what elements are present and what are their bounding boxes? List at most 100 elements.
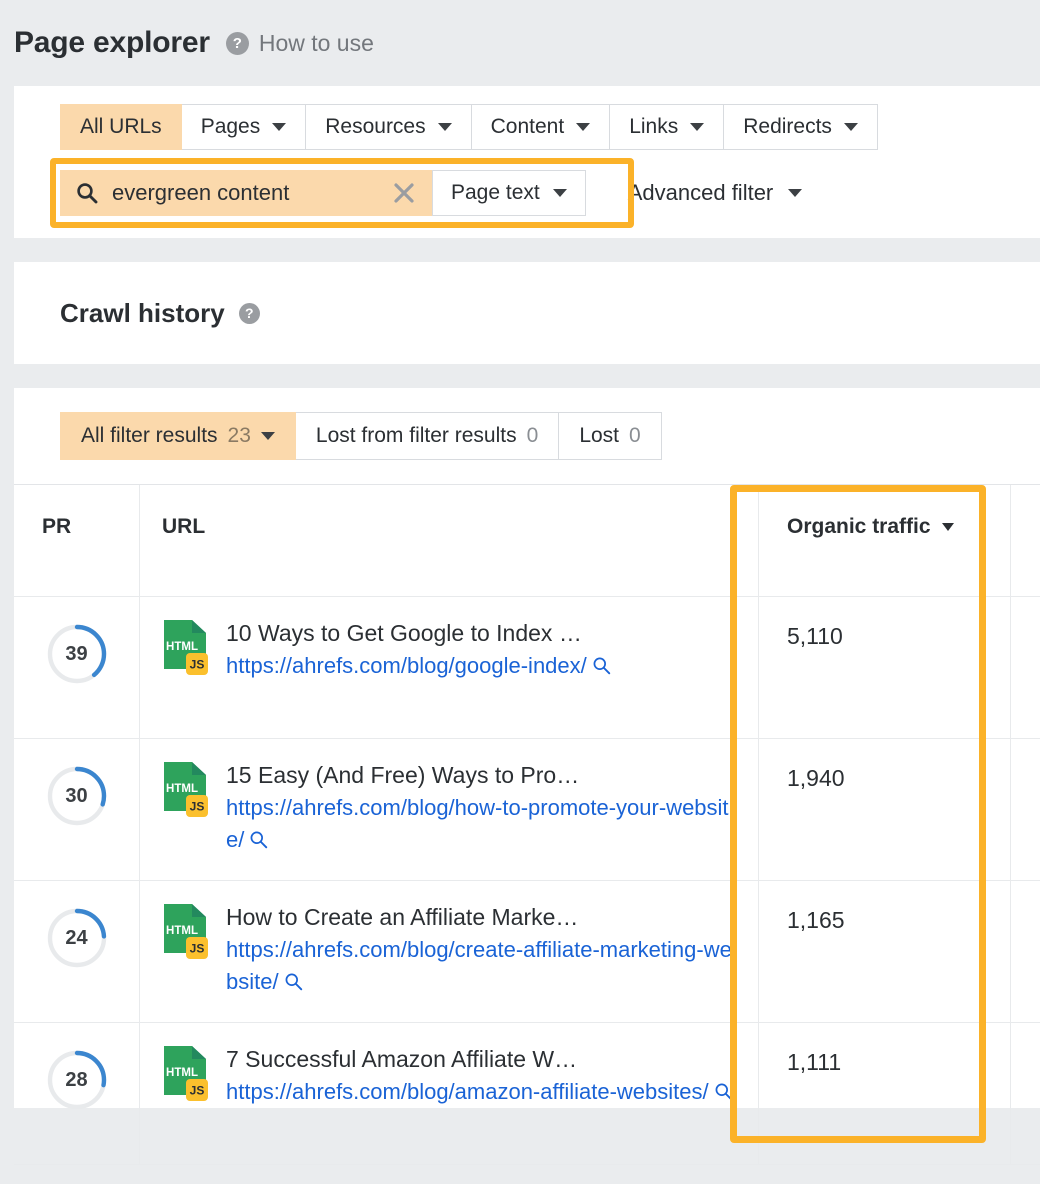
page-title-text: 10 Ways to Get Google to Index …: [226, 619, 742, 648]
tab-lost-from-filter-results-count: 0: [527, 424, 539, 448]
search-filter-row: evergreen content Page text Advanced fil…: [60, 170, 802, 216]
tab-resources-label: Resources: [325, 115, 425, 139]
cell-url: HTML JS 7 Successful Amazon Affiliate W……: [140, 1023, 759, 1164]
svg-text:JS: JS: [190, 658, 205, 672]
tab-content[interactable]: Content: [472, 104, 611, 150]
search-icon: [76, 182, 98, 204]
how-to-use-label: How to use: [259, 30, 374, 57]
table-row[interactable]: 39 HTML JS 10 Ways to Get Google to Inde…: [14, 597, 1040, 739]
search-scope-dropdown[interactable]: Page text: [432, 170, 586, 216]
tab-pages[interactable]: Pages: [182, 104, 307, 150]
question-mark-icon[interactable]: ?: [239, 303, 260, 324]
page-title-text: How to Create an Affiliate Marke…: [226, 903, 742, 932]
question-mark-icon: ?: [226, 32, 249, 55]
tab-all-filter-results-label: All filter results: [81, 424, 218, 448]
chevron-down-icon: [261, 432, 275, 440]
column-header-organic-traffic[interactable]: Organic traffic: [759, 485, 1011, 596]
cell-spacer: [1011, 881, 1040, 1022]
crawl-history-card: Crawl history ?: [14, 262, 1040, 364]
chevron-down-icon: [942, 523, 954, 531]
tab-links[interactable]: Links: [610, 104, 724, 150]
cell-organic-traffic: 1,940: [759, 739, 1011, 880]
pr-donut-gauge: 30: [46, 765, 108, 827]
tab-all-filter-results-count: 23: [228, 424, 251, 448]
chevron-down-icon: [690, 123, 704, 131]
how-to-use-link[interactable]: ? How to use: [226, 30, 374, 57]
column-header-organic-traffic-label: Organic traffic: [787, 515, 931, 539]
svg-text:JS: JS: [190, 800, 205, 814]
column-header-spacer: [1011, 485, 1040, 596]
html-js-file-icon: HTML JS: [162, 1045, 208, 1103]
pr-donut-gauge: 39: [46, 623, 108, 685]
cell-url: HTML JS 10 Ways to Get Google to Index ……: [140, 597, 759, 738]
results-table: PR URL Organic traffic: [14, 484, 1040, 1165]
svg-text:JS: JS: [190, 1084, 205, 1098]
tab-pages-label: Pages: [201, 115, 261, 139]
results-card: All filter results 23 Lost from filter r…: [14, 388, 1040, 1108]
tab-all-filter-results[interactable]: All filter results 23: [60, 412, 296, 460]
cell-url: HTML JS 15 Easy (And Free) Ways to Pro… …: [140, 739, 759, 880]
cell-url: HTML JS How to Create an Affiliate Marke…: [140, 881, 759, 1022]
tab-redirects-label: Redirects: [743, 115, 832, 139]
search-icon[interactable]: [714, 1078, 733, 1109]
column-header-pr-label: PR: [42, 485, 139, 539]
cell-pr: 28: [14, 1023, 140, 1164]
table-header-row: PR URL Organic traffic: [14, 485, 1040, 597]
cell-spacer: [1011, 739, 1040, 880]
pr-value: 39: [46, 623, 108, 685]
search-icon[interactable]: [284, 968, 303, 999]
svg-text:JS: JS: [190, 942, 205, 956]
url-text-block: 15 Easy (And Free) Ways to Pro… https://…: [226, 761, 742, 862]
tab-resources[interactable]: Resources: [306, 104, 471, 150]
filter-result-tabs: All filter results 23 Lost from filter r…: [60, 412, 662, 460]
url-text-block: How to Create an Affiliate Marke… https:…: [226, 903, 742, 1004]
pr-value: 24: [46, 907, 108, 969]
crawl-history-title: Crawl history: [60, 298, 225, 329]
url-type-tabs: All URLs Pages Resources Content Links R…: [60, 104, 878, 150]
tab-all-urls[interactable]: All URLs: [60, 104, 182, 150]
search-group: evergreen content Page text: [60, 170, 586, 216]
filters-card: All URLs Pages Resources Content Links R…: [14, 86, 1040, 238]
organic-traffic-value: 1,940: [787, 765, 1010, 792]
page-url-link[interactable]: https://ahrefs.com/blog/amazon-affiliate…: [226, 1076, 742, 1109]
url-text-block: 7 Successful Amazon Affiliate W… https:/…: [226, 1045, 742, 1146]
advanced-filter-dropdown[interactable]: Advanced filter: [628, 180, 803, 206]
tab-lost-from-filter-results[interactable]: Lost from filter results 0: [296, 412, 559, 460]
search-icon[interactable]: [592, 652, 611, 683]
page-url-link[interactable]: https://ahrefs.com/blog/create-affiliate…: [226, 934, 742, 998]
svg-text:HTML: HTML: [166, 925, 198, 937]
pr-value: 30: [46, 765, 108, 827]
chevron-down-icon: [576, 123, 590, 131]
tab-lost-label: Lost: [579, 424, 619, 448]
html-js-file-icon: HTML JS: [162, 903, 208, 961]
page-title-text: 15 Easy (And Free) Ways to Pro…: [226, 761, 742, 790]
table-row[interactable]: 28 HTML JS 7 Successful Amazon Affiliate…: [14, 1023, 1040, 1165]
pr-value: 28: [46, 1049, 108, 1111]
chevron-down-icon: [788, 189, 802, 197]
cell-spacer: [1011, 1023, 1040, 1164]
close-icon[interactable]: [392, 181, 416, 205]
table-row[interactable]: 30 HTML JS 15 Easy (And Free) Ways to Pr…: [14, 739, 1040, 881]
chevron-down-icon: [438, 123, 452, 131]
page-header: Page explorer ? How to use: [0, 0, 1040, 86]
tab-lost[interactable]: Lost 0: [559, 412, 661, 460]
page-url-link[interactable]: https://ahrefs.com/blog/how-to-promote-y…: [226, 792, 742, 856]
search-input-value: evergreen content: [112, 180, 378, 206]
tab-links-label: Links: [629, 115, 678, 139]
chevron-down-icon: [553, 189, 567, 197]
organic-traffic-value: 1,111: [787, 1049, 1010, 1076]
tab-all-urls-label: All URLs: [80, 115, 162, 139]
tab-redirects[interactable]: Redirects: [724, 104, 878, 150]
svg-text:HTML: HTML: [166, 1067, 198, 1079]
column-header-url: URL: [140, 485, 759, 596]
table-row[interactable]: 24 HTML JS How to Create an Affiliate Ma…: [14, 881, 1040, 1023]
search-input[interactable]: evergreen content: [60, 170, 432, 216]
organic-traffic-value: 5,110: [787, 623, 1010, 650]
chevron-down-icon: [844, 123, 858, 131]
cell-pr: 24: [14, 881, 140, 1022]
column-header-pr: PR: [14, 485, 140, 596]
tab-lost-from-filter-results-label: Lost from filter results: [316, 424, 517, 448]
search-icon[interactable]: [249, 826, 268, 857]
tab-content-label: Content: [491, 115, 565, 139]
page-url-link[interactable]: https://ahrefs.com/blog/google-index/: [226, 650, 742, 683]
